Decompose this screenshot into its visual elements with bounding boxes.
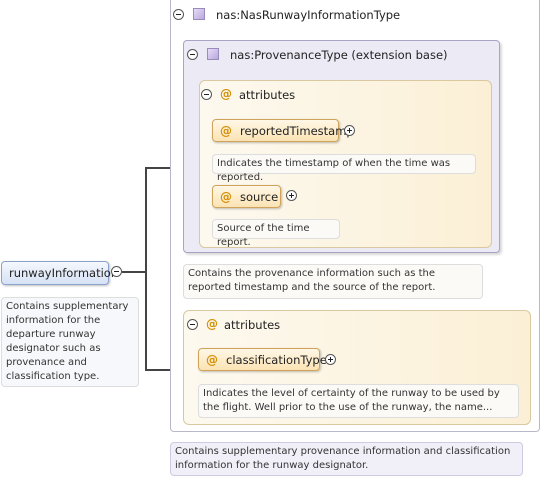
element-doc: Contains supplementary information for t… (1, 297, 139, 387)
extension-attributes-collapse-icon[interactable] (201, 89, 212, 100)
extension-attributes-label: attributes (239, 88, 296, 102)
reportedTimestamp-expand-icon[interactable] (344, 125, 355, 136)
extension-type-icon (207, 48, 219, 60)
source-expand-icon[interactable] (286, 190, 297, 201)
type-name: nas:NasRunwayInformationType (216, 8, 401, 22)
attribute-reportedTimestamp[interactable]: @ reportedTimestamp (212, 119, 354, 142)
own-attributes-collapse-icon[interactable] (187, 319, 198, 330)
extension-collapse-icon[interactable] (187, 49, 198, 60)
type-doc: Contains supplementary provenance inform… (170, 442, 523, 476)
attribute-at-icon: @ (220, 123, 232, 138)
element-runwayInformation[interactable]: runwayInformation (1, 261, 118, 285)
attribute-classificationType[interactable]: @ classificationType (198, 348, 327, 371)
extension-name: nas:ProvenanceType (extension base) (230, 48, 448, 62)
attributes-at-icon: @ (206, 317, 218, 331)
reportedTimestamp-doc: Indicates the timestamp of when the time… (212, 154, 476, 183)
element-label: runwayInformation (9, 266, 119, 280)
extension-doc: Contains the provenance information such… (183, 264, 483, 299)
source-doc: Source of the time report. (212, 219, 340, 248)
attributes-at-icon: @ (220, 87, 232, 101)
own-attributes-label: attributes (224, 318, 281, 332)
type-collapse-icon[interactable] (173, 9, 184, 20)
attribute-at-icon: @ (220, 189, 232, 204)
complex-type-icon (193, 8, 205, 20)
attribute-source[interactable]: @ source (212, 185, 281, 208)
classificationType-expand-icon[interactable] (325, 354, 336, 365)
classificationType-doc: Indicates the level of certainty of the … (198, 384, 519, 418)
element-collapse-icon[interactable] (111, 266, 122, 277)
attribute-at-icon: @ (206, 352, 218, 367)
attribute-name: source (240, 189, 279, 204)
attribute-name: classificationType (226, 352, 327, 367)
attribute-name: reportedTimestamp (240, 123, 354, 138)
